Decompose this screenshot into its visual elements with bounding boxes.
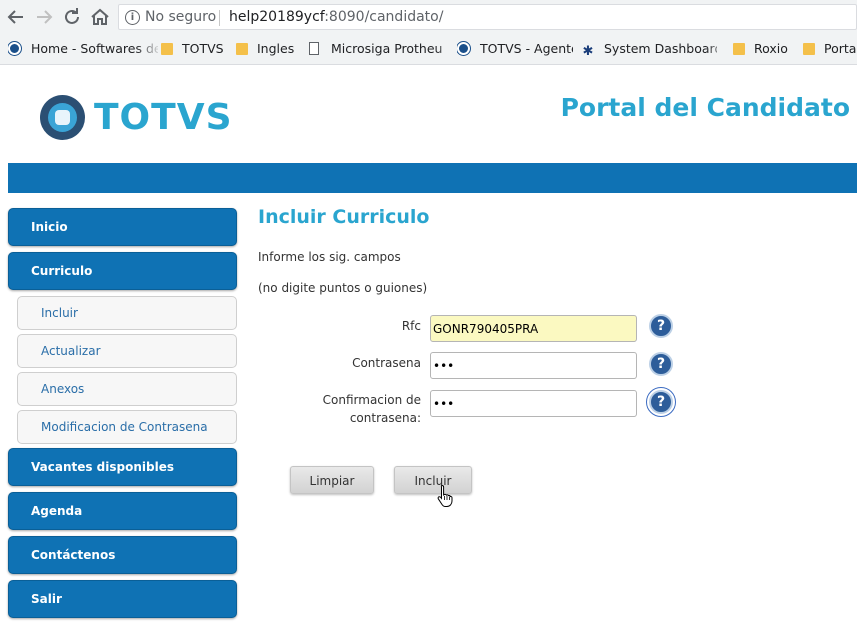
page-icon — [309, 42, 319, 55]
address-bar[interactable]: i No seguro help20189ycf:8090/candidato/ — [118, 4, 857, 30]
totvs-logo-icon — [40, 95, 85, 140]
confirm-password-label: Confirmacion de contrasena: — [323, 391, 421, 427]
logo-text: TOTVS — [94, 97, 233, 138]
url-path: :8090/candidato/ — [324, 9, 444, 25]
dashboard-icon: ✱ — [582, 44, 594, 59]
confirm-password-input[interactable] — [430, 390, 637, 417]
menu-item-contactenos[interactable]: Contáctenos — [8, 536, 237, 574]
info-icon[interactable]: i — [125, 10, 140, 25]
bookmark-home-softwares[interactable]: Home - Softwares de — [8, 39, 158, 59]
form-hint-format: (no digite puntos o guiones) — [258, 281, 428, 295]
bookmark-ingles[interactable]: Ingles — [236, 39, 298, 59]
submenu-item-incluir[interactable]: Incluir — [17, 296, 237, 330]
hand-cursor-icon — [437, 484, 453, 507]
url-host: help20189ycf — [229, 9, 325, 25]
menu-item-inicio[interactable]: Inicio — [8, 208, 237, 246]
bookmark-roxio[interactable]: Roxio — [733, 39, 791, 59]
folder-icon — [161, 43, 173, 55]
bookmark-label: Home - Softwares de — [31, 41, 158, 56]
bookmark-label: TOTVS — [182, 41, 224, 56]
browser-chrome: i No seguro help20189ycf:8090/candidato/… — [0, 0, 857, 65]
url-text: help20189ycf:8090/candidato/ — [229, 5, 443, 29]
bookmark-porta[interactable]: Porta — [803, 39, 857, 59]
submenu-item-anexos[interactable]: Anexos — [17, 372, 237, 406]
back-icon[interactable] — [4, 5, 28, 29]
circle-logo-icon — [8, 42, 21, 55]
bookmark-microsiga[interactable]: Microsiga Protheus T — [309, 39, 443, 59]
rfc-input[interactable] — [430, 315, 637, 342]
bookmark-label: Ingles — [257, 41, 295, 56]
submenu-item-actualizar[interactable]: Actualizar — [17, 334, 237, 368]
password-help-icon[interactable]: ? — [649, 352, 673, 376]
bookmark-totvs[interactable]: TOTVS — [161, 39, 231, 59]
menu-item-agenda[interactable]: Agenda — [8, 492, 237, 530]
header-bar — [8, 163, 857, 193]
omnibox-divider — [219, 10, 220, 26]
password-input[interactable] — [430, 352, 637, 379]
confirm-password-help-icon[interactable]: ? — [646, 387, 676, 417]
confirm-label-line2: contrasena: — [349, 411, 421, 425]
folder-icon — [803, 43, 815, 55]
bookmark-label: Porta — [824, 41, 857, 56]
bookmarks-bar: Home - Softwares de TOTVS Ingles Microsi… — [0, 36, 857, 62]
rfc-help-icon[interactable]: ? — [649, 314, 673, 338]
home-icon[interactable] — [88, 5, 112, 29]
rfc-label: Rfc — [401, 319, 421, 333]
forward-icon[interactable] — [32, 5, 56, 29]
portal-title: Portal del Candidato — [560, 93, 850, 122]
bookmark-totvs-agente[interactable]: TOTVS - Agente — [457, 39, 573, 59]
menu-item-curriculo[interactable]: Curriculo — [8, 252, 237, 290]
reload-icon[interactable] — [60, 5, 84, 29]
password-label: Contrasena — [352, 356, 421, 370]
form-hint-fields: Informe los sig. campos — [258, 250, 401, 264]
insecure-label: No seguro — [145, 9, 217, 25]
folder-icon — [733, 43, 745, 55]
menu-item-salir[interactable]: Salir — [8, 580, 237, 618]
confirm-label-line1: Confirmacion de — [322, 393, 421, 407]
bookmark-label: Microsiga Protheus T — [331, 41, 443, 56]
bookmark-label: System Dashboard - — [604, 41, 717, 56]
page-title: Incluir Curriculo — [258, 206, 430, 228]
bookmark-system-dashboard[interactable]: ✱ System Dashboard - — [581, 39, 717, 59]
circle-logo-icon — [457, 42, 470, 55]
submenu-item-modificacion-contrasena[interactable]: Modificacion de Contrasena — [17, 410, 237, 444]
folder-icon — [236, 43, 248, 55]
submit-button[interactable]: Incluir — [394, 466, 472, 494]
clear-button[interactable]: Limpiar — [290, 466, 374, 494]
menu-item-vacantes[interactable]: Vacantes disponibles — [8, 448, 237, 486]
bookmark-label: Roxio — [754, 41, 788, 56]
bookmark-label: TOTVS - Agente — [480, 41, 573, 56]
